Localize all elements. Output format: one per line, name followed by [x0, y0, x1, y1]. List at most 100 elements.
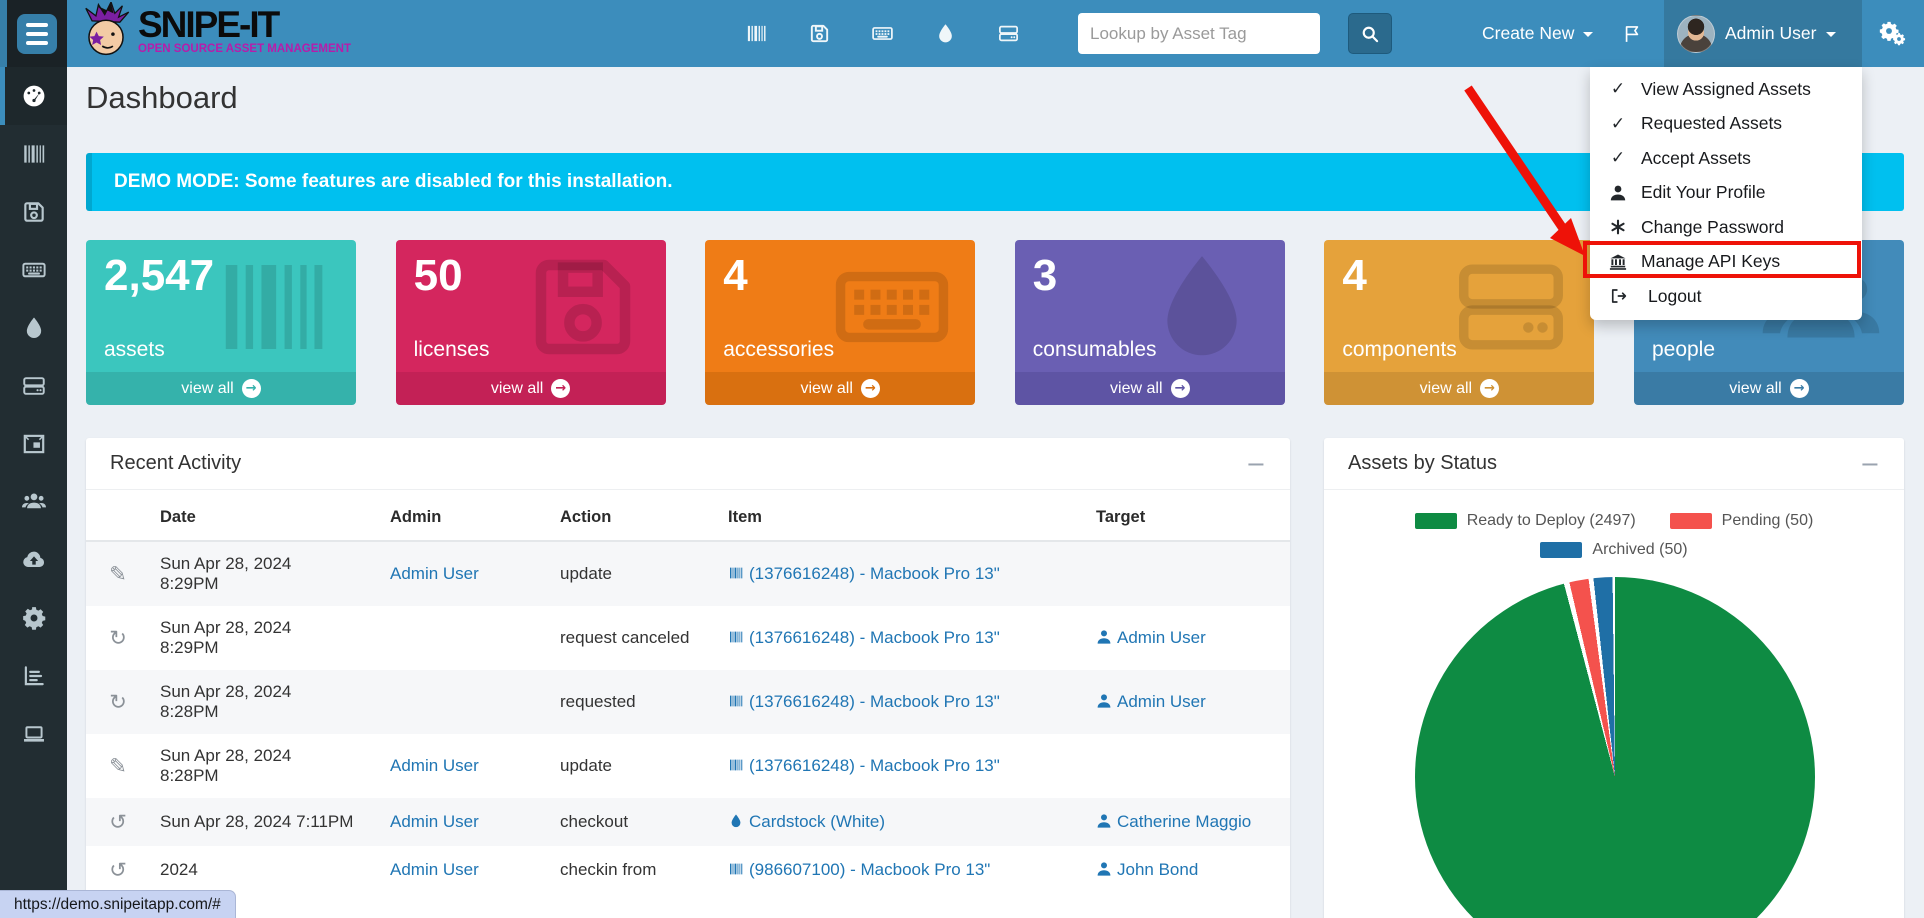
menu-item-requested-assets[interactable]: ✓ Requested Assets	[1590, 107, 1862, 142]
view-all-link[interactable]: view all→	[1324, 372, 1594, 405]
app-logo[interactable]: SNIPE-IT OPEN SOURCE ASSET MANAGEMENT	[80, 2, 351, 60]
sidebar-item-reports[interactable]	[0, 647, 67, 705]
chart-icon	[21, 663, 47, 689]
table-row: ↻ Sun Apr 28, 20248:28PM requested (1376…	[86, 670, 1290, 734]
admin-link[interactable]: Admin User	[390, 756, 479, 775]
item-link[interactable]: Cardstock (White)	[728, 812, 885, 831]
collapse-icon[interactable]: −	[1246, 452, 1266, 476]
droplet-icon[interactable]	[934, 22, 957, 45]
legend-ready-to-deploy[interactable]: Ready to Deploy (2497)	[1415, 512, 1636, 530]
table-row: ↺ Sun Apr 28, 2024 7:11PM Admin User che…	[86, 798, 1290, 846]
gauge-icon	[21, 83, 47, 109]
sidebar-item-accessories[interactable]	[0, 241, 67, 299]
keyboard-icon	[21, 257, 47, 283]
floppy-icon[interactable]	[808, 22, 831, 45]
sidebar-item-settings[interactable]	[0, 589, 67, 647]
hamburger-menu-icon[interactable]	[17, 14, 57, 54]
barcode-icon	[728, 565, 744, 581]
target-link[interactable]: Admin User	[1096, 628, 1206, 647]
quick-nav-icons	[745, 0, 1020, 67]
menu-item-accept-assets[interactable]: ✓ Accept Assets	[1590, 141, 1862, 176]
chevron-down-icon	[1583, 32, 1593, 37]
search-button[interactable]	[1348, 13, 1392, 54]
item-link[interactable]: (1376616248) - Macbook Pro 13"	[728, 756, 1000, 775]
admin-link[interactable]: Admin User	[390, 564, 479, 583]
legend-swatch	[1540, 542, 1582, 558]
sidebar-item-licenses[interactable]	[0, 183, 67, 241]
droplet-icon	[728, 813, 744, 829]
flag-button[interactable]	[1622, 0, 1642, 67]
sidebar-item-import[interactable]	[0, 531, 67, 589]
bank-icon	[1608, 253, 1628, 271]
stat-label: people	[1652, 338, 1715, 362]
legend-archived[interactable]: Archived (50)	[1540, 541, 1687, 559]
barcode-icon	[728, 861, 744, 877]
target-link[interactable]: Catherine Maggio	[1096, 812, 1251, 831]
create-new-dropdown[interactable]: Create New	[1482, 0, 1593, 67]
sidebar-item-requestable[interactable]	[0, 705, 67, 763]
activity-table: Date Admin Action Item Target ✎ Sun Apr …	[86, 490, 1290, 894]
stat-label: licenses	[414, 338, 490, 362]
stat-box-assets[interactable]: 2,547 assets view all→	[86, 240, 356, 405]
view-all-link[interactable]: view all→	[1634, 372, 1904, 405]
menu-item-manage-api-keys[interactable]: Manage API Keys	[1590, 245, 1862, 280]
view-all-link[interactable]: view all→	[396, 372, 666, 405]
col-header-target[interactable]: Target	[1086, 490, 1290, 541]
hdd-icon[interactable]	[997, 22, 1020, 45]
arrow-circle-icon: →	[1480, 379, 1499, 398]
gear-icon	[1892, 32, 1906, 46]
col-header-admin[interactable]: Admin	[380, 490, 550, 541]
people-icon	[21, 489, 47, 515]
page-title: Dashboard	[86, 80, 238, 116]
barcode-icon	[728, 757, 744, 773]
item-link[interactable]: (1376616248) - Macbook Pro 13"	[728, 692, 1000, 711]
stat-label: assets	[104, 338, 165, 362]
demo-banner-text: DEMO MODE: Some features are disabled fo…	[114, 171, 673, 193]
col-header-date[interactable]: Date	[150, 490, 380, 541]
menu-item-view-assigned-assets[interactable]: ✓ View Assigned Assets	[1590, 72, 1862, 107]
col-header-item[interactable]: Item	[718, 490, 1086, 541]
view-all-link[interactable]: view all→	[86, 372, 356, 405]
table-row: ✎ Sun Apr 28, 20248:29PM Admin User upda…	[86, 541, 1290, 606]
col-header-action[interactable]: Action	[550, 490, 718, 541]
stat-box-accessories[interactable]: 4 accessories view all→	[705, 240, 975, 405]
admin-settings-button[interactable]	[1878, 0, 1918, 67]
stat-box-licenses[interactable]: 50 licenses view all→	[396, 240, 666, 405]
target-link[interactable]: Admin User	[1096, 692, 1206, 711]
sidebar-item-people[interactable]	[0, 473, 67, 531]
legend-pending[interactable]: Pending (50)	[1670, 512, 1814, 530]
stat-box-components[interactable]: 4 components view all→	[1324, 240, 1594, 405]
panel-title: Assets by Status	[1348, 452, 1497, 475]
menu-item-logout[interactable]: Logout	[1590, 279, 1862, 314]
sidebar-item-components[interactable]	[0, 357, 67, 415]
admin-link[interactable]: Admin User	[390, 812, 479, 831]
search-input[interactable]	[1078, 13, 1320, 54]
admin-link[interactable]: Admin User	[390, 860, 479, 879]
stat-box-consumables[interactable]: 3 consumables view all→	[1015, 240, 1285, 405]
item-link[interactable]: (1376616248) - Macbook Pro 13"	[728, 564, 1000, 583]
keyboard-icon[interactable]	[871, 22, 894, 45]
stat-label: consumables	[1033, 338, 1157, 362]
target-link[interactable]: John Bond	[1096, 860, 1198, 879]
assets-status-pie-chart[interactable]	[1415, 577, 1815, 918]
sidebar-item-dashboard[interactable]	[0, 67, 67, 125]
status-bar-url: https://demo.snipeitapp.com/#	[0, 890, 236, 918]
asset-tag-search	[1078, 13, 1320, 54]
sidebar	[0, 67, 67, 918]
menu-item-change-password[interactable]: Change Password	[1590, 210, 1862, 245]
sidebar-item-kits[interactable]	[0, 415, 67, 473]
item-link[interactable]: (1376616248) - Macbook Pro 13"	[728, 628, 1000, 647]
barcode-icon	[728, 629, 744, 645]
check-icon: ✓	[1608, 114, 1628, 134]
user-icon	[1608, 184, 1628, 202]
item-link[interactable]: (986607100) - Macbook Pro 13"	[728, 860, 990, 879]
sidebar-item-assets[interactable]	[0, 125, 67, 183]
view-all-link[interactable]: view all→	[705, 372, 975, 405]
menu-item-edit-your-profile[interactable]: Edit Your Profile	[1590, 176, 1862, 211]
view-all-link[interactable]: view all→	[1015, 372, 1285, 405]
barcode-icon[interactable]	[745, 22, 768, 45]
asterisk-icon	[1608, 218, 1628, 236]
user-menu-toggle[interactable]: Admin User	[1664, 0, 1862, 67]
sidebar-item-consumables[interactable]	[0, 299, 67, 357]
collapse-icon[interactable]: −	[1860, 452, 1880, 476]
